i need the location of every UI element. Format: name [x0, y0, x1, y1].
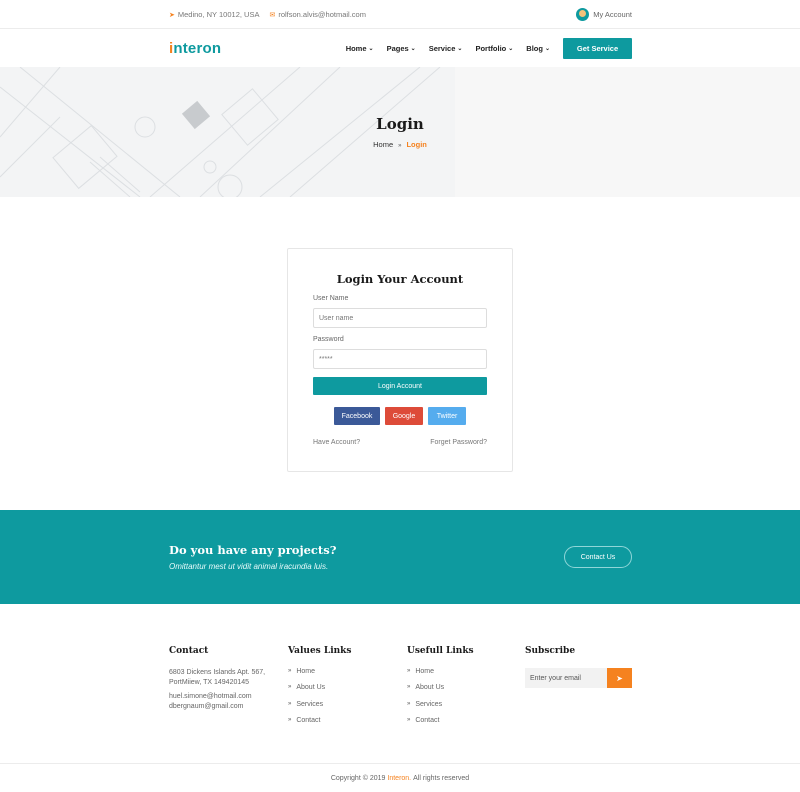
menu-item-service[interactable]: Service ⌄ — [429, 44, 463, 53]
twitter-button[interactable]: Twitter — [428, 407, 466, 425]
login-title: Login Your Account — [336, 272, 464, 286]
avatar — [576, 8, 590, 21]
footer-link-contact[interactable]: » Contact — [407, 717, 474, 733]
my-account-label[interactable]: My Account — [593, 10, 632, 19]
breadcrumb-home[interactable]: Home — [373, 140, 393, 149]
subscribe-form: Enter your email ➤ — [525, 668, 632, 688]
footer-subscribe: Subscribe Enter your email ➤ — [525, 646, 632, 688]
footer-values-links: Values Links » Home » About Us » Services »… — [288, 646, 351, 733]
have-account-link[interactable]: Have Account? — [313, 439, 360, 446]
envelope-icon: ✉ — [269, 11, 276, 19]
forget-password-link[interactable]: Forget Password? — [430, 439, 487, 446]
footer-link-services[interactable]: » Services — [288, 701, 351, 717]
footer-link-about[interactable]: » About Us — [407, 684, 474, 700]
cta-banner: Do you have any projects? Omittantur mes… — [0, 510, 800, 604]
chevron-down-icon: ⌄ — [544, 45, 550, 52]
footer-contact-title: Contact — [169, 646, 209, 656]
chevron-down-icon: ⌄ — [508, 45, 514, 52]
get-service-button[interactable]: Get Service — [563, 37, 632, 59]
page-hero: Login Home » Login — [0, 67, 800, 197]
topbar: ➤ Medino, NY 10012, USA ✉ rolfson.alvis@… — [0, 0, 800, 29]
subscribe-email-input[interactable]: Enter your email — [525, 668, 607, 688]
my-account-link[interactable]: My Account — [576, 8, 632, 21]
footer-link-contact[interactable]: » Contact — [288, 717, 351, 733]
chevron-down-icon: ⌄ — [368, 45, 374, 52]
chevron-right-icon: » — [407, 684, 411, 691]
chevron-right-icon: » — [288, 668, 292, 674]
login-button[interactable]: Login Account — [313, 377, 487, 395]
menu-item-home[interactable]: Home ⌄ — [346, 44, 374, 53]
address-line-1: 6803 Dickens Islands Apt. 567, — [169, 669, 266, 676]
password-label: Password — [313, 336, 344, 343]
chevron-right-icon: » — [407, 668, 411, 674]
chevron-down-icon: ⌄ — [410, 45, 416, 52]
email-info[interactable]: ✉ rolfson.alvis@hotmail.com — [269, 10, 366, 19]
email-text[interactable]: rolfson.alvis@hotmail.com — [278, 10, 366, 19]
contact-us-button[interactable]: Contact Us — [564, 546, 632, 568]
page-title: Login — [376, 115, 424, 133]
menu: Home ⌄ Pages ⌄ Service ⌄ Portfolio ⌄ Blog ⌄ — [333, 44, 550, 53]
footer: Contact 6803 Dickens Islands Apt. 567, P… — [0, 604, 800, 764]
location-info: ➤ Medino, NY 10012, USA — [169, 10, 259, 19]
username-input[interactable]: User name — [313, 308, 487, 328]
footer-link-home[interactable]: » Home — [407, 668, 474, 684]
cta-title: Do you have any projects? — [169, 543, 337, 557]
footer-link-home[interactable]: » Home — [288, 668, 351, 684]
chevron-right-icon: » — [288, 684, 292, 691]
footer-useful-links: Usefull Links » Home » About Us » Services … — [407, 646, 474, 733]
cta-subtitle: Omittantur mest ut vidit animal iracundi… — [169, 562, 329, 571]
footer-contact: Contact 6803 Dickens Islands Apt. 567, P… — [169, 646, 265, 712]
location-text: Medino, NY 10012, USA — [177, 10, 260, 19]
login-form: Login Your Account User Name User name P… — [287, 248, 513, 472]
username-label: User Name — [313, 295, 349, 302]
location-arrow-icon: ➤ — [169, 11, 175, 19]
chevron-right-icon: » — [407, 700, 411, 707]
chevron-right-icon: » — [288, 716, 292, 723]
chevron-down-icon: ⌄ — [457, 45, 463, 52]
chevron-right-icon: » — [288, 700, 292, 707]
menu-item-pages[interactable]: Pages ⌄ — [387, 44, 416, 53]
contact-email-2[interactable]: dbergnaum@gmail.com — [169, 702, 265, 712]
google-button[interactable]: Google — [385, 407, 423, 425]
menu-item-blog[interactable]: Blog ⌄ — [526, 44, 550, 53]
useful-links-title: Usefull Links — [407, 646, 474, 656]
footer-link-services[interactable]: » Services — [407, 701, 474, 717]
breadcrumb-current: Login — [406, 140, 427, 149]
menu-item-portfolio[interactable]: Portfolio ⌄ — [475, 44, 513, 53]
address-line-2: PortMiiew, TX 149420145 — [169, 679, 250, 686]
facebook-button[interactable]: Facebook — [334, 407, 380, 425]
login-section: Login Your Account User Name User name P… — [0, 197, 800, 510]
values-links-title: Values Links — [288, 646, 352, 656]
contact-email-1[interactable]: huel.simone@hotmail.com — [169, 692, 265, 702]
breadcrumb: Home » Login — [0, 140, 800, 149]
double-chevron-right-icon: » — [398, 143, 402, 149]
subscribe-title: Subscribe — [525, 646, 576, 656]
password-input[interactable]: ***** — [313, 349, 487, 369]
main-nav: interon Home ⌄ Pages ⌄ Service ⌄ Portfolio ⌄… — [0, 29, 800, 67]
logo[interactable]: interon — [169, 40, 221, 57]
footer-link-about[interactable]: » About Us — [288, 684, 351, 700]
copyright: Copyright © 2019 Interon. All rights reser… — [330, 774, 470, 782]
brand-link[interactable]: Interon. — [387, 775, 411, 782]
chevron-right-icon: » — [407, 716, 411, 723]
send-icon[interactable]: ➤ — [607, 668, 632, 688]
